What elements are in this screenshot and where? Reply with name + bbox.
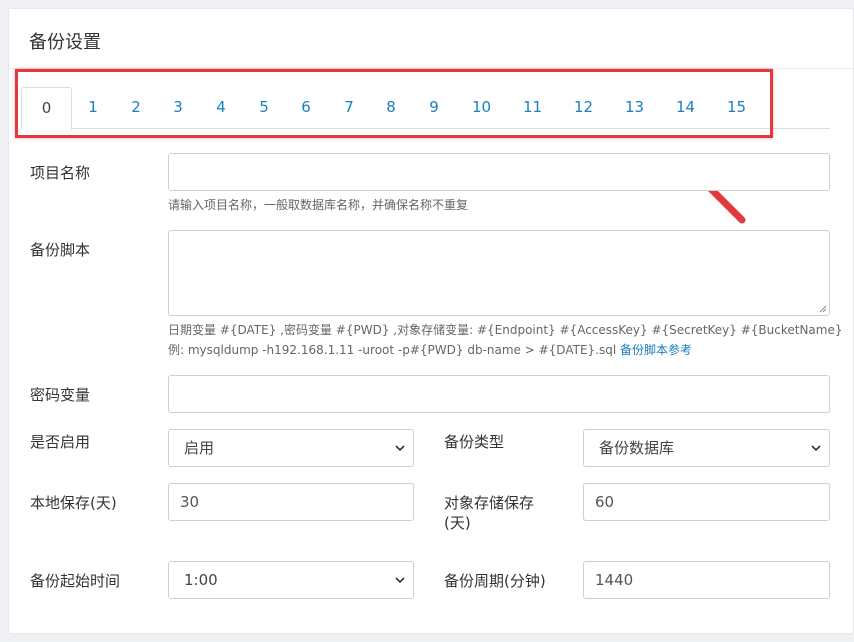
tab-14[interactable]: 14 [660, 87, 711, 129]
project-name-input[interactable] [168, 153, 830, 191]
local-keep-input[interactable] [168, 483, 414, 521]
object-keep-label: 对象存储保存 (天) [444, 493, 534, 533]
project-name-label: 项目名称 [30, 164, 91, 182]
tab-15[interactable]: 15 [711, 87, 762, 129]
enabled-label: 是否启用 [30, 433, 91, 451]
backup-script-label: 备份脚本 [30, 241, 91, 259]
start-time-select-value: 1:00 [184, 571, 218, 589]
start-time-select[interactable]: 1:00 [168, 561, 414, 599]
chevron-down-icon [395, 445, 405, 452]
tab-12[interactable]: 12 [558, 87, 609, 129]
password-var-input[interactable] [168, 375, 830, 413]
page-title: 备份设置 [29, 32, 101, 53]
period-label: 备份周期(分钟) [444, 572, 546, 590]
backup-script-example-text: 例: mysqldump -h192.168.1.11 -uroot -p#{P… [168, 343, 617, 357]
backup-script-help-variables: 日期变量 #{DATE} ,密码变量 #{PWD} ,对象存储变量: #{End… [168, 323, 843, 337]
enabled-select-value: 启用 [184, 439, 215, 457]
tab-10[interactable]: 10 [456, 87, 507, 129]
tab-2[interactable]: 2 [115, 87, 157, 129]
backup-script-help-example: 例: mysqldump -h192.168.1.11 -uroot -p#{P… [168, 341, 692, 359]
backup-script-textarea[interactable] [168, 230, 830, 316]
backup-type-select-value: 备份数据库 [599, 439, 675, 457]
tab-13[interactable]: 13 [609, 87, 660, 129]
tab-6[interactable]: 6 [285, 87, 327, 129]
tab-5[interactable]: 5 [243, 87, 285, 129]
project-name-help: 请输入项目名称，一般取数据库名称，并确保名称不重复 [168, 198, 469, 212]
tabs-bar: 0 1 2 3 4 5 6 7 8 9 10 11 12 13 14 15 [21, 87, 830, 130]
enabled-select[interactable]: 启用 [168, 429, 414, 467]
tab-9[interactable]: 9 [413, 87, 455, 129]
tab-4[interactable]: 4 [200, 87, 242, 129]
start-time-label: 备份起始时间 [30, 572, 121, 590]
backup-type-select[interactable]: 备份数据库 [583, 429, 830, 467]
password-var-label: 密码变量 [30, 386, 91, 404]
object-keep-label-line1: 对象存储保存 [444, 494, 535, 512]
card-header: 备份设置 [9, 9, 853, 69]
tab-1[interactable]: 1 [72, 87, 114, 129]
backup-type-label: 备份类型 [444, 433, 505, 451]
object-keep-label-line2: (天) [444, 514, 471, 532]
tab-3[interactable]: 3 [157, 87, 199, 129]
chevron-down-icon [395, 577, 405, 584]
tab-0[interactable]: 0 [21, 87, 72, 130]
chevron-down-icon [811, 445, 821, 452]
tab-8[interactable]: 8 [370, 87, 412, 129]
object-keep-input[interactable] [583, 483, 830, 521]
period-input[interactable] [583, 561, 830, 599]
tab-11[interactable]: 11 [507, 87, 558, 129]
local-keep-label: 本地保存(天) [30, 494, 117, 512]
backup-script-reference-link[interactable]: 备份脚本参考 [620, 343, 692, 357]
tab-7[interactable]: 7 [328, 87, 370, 129]
